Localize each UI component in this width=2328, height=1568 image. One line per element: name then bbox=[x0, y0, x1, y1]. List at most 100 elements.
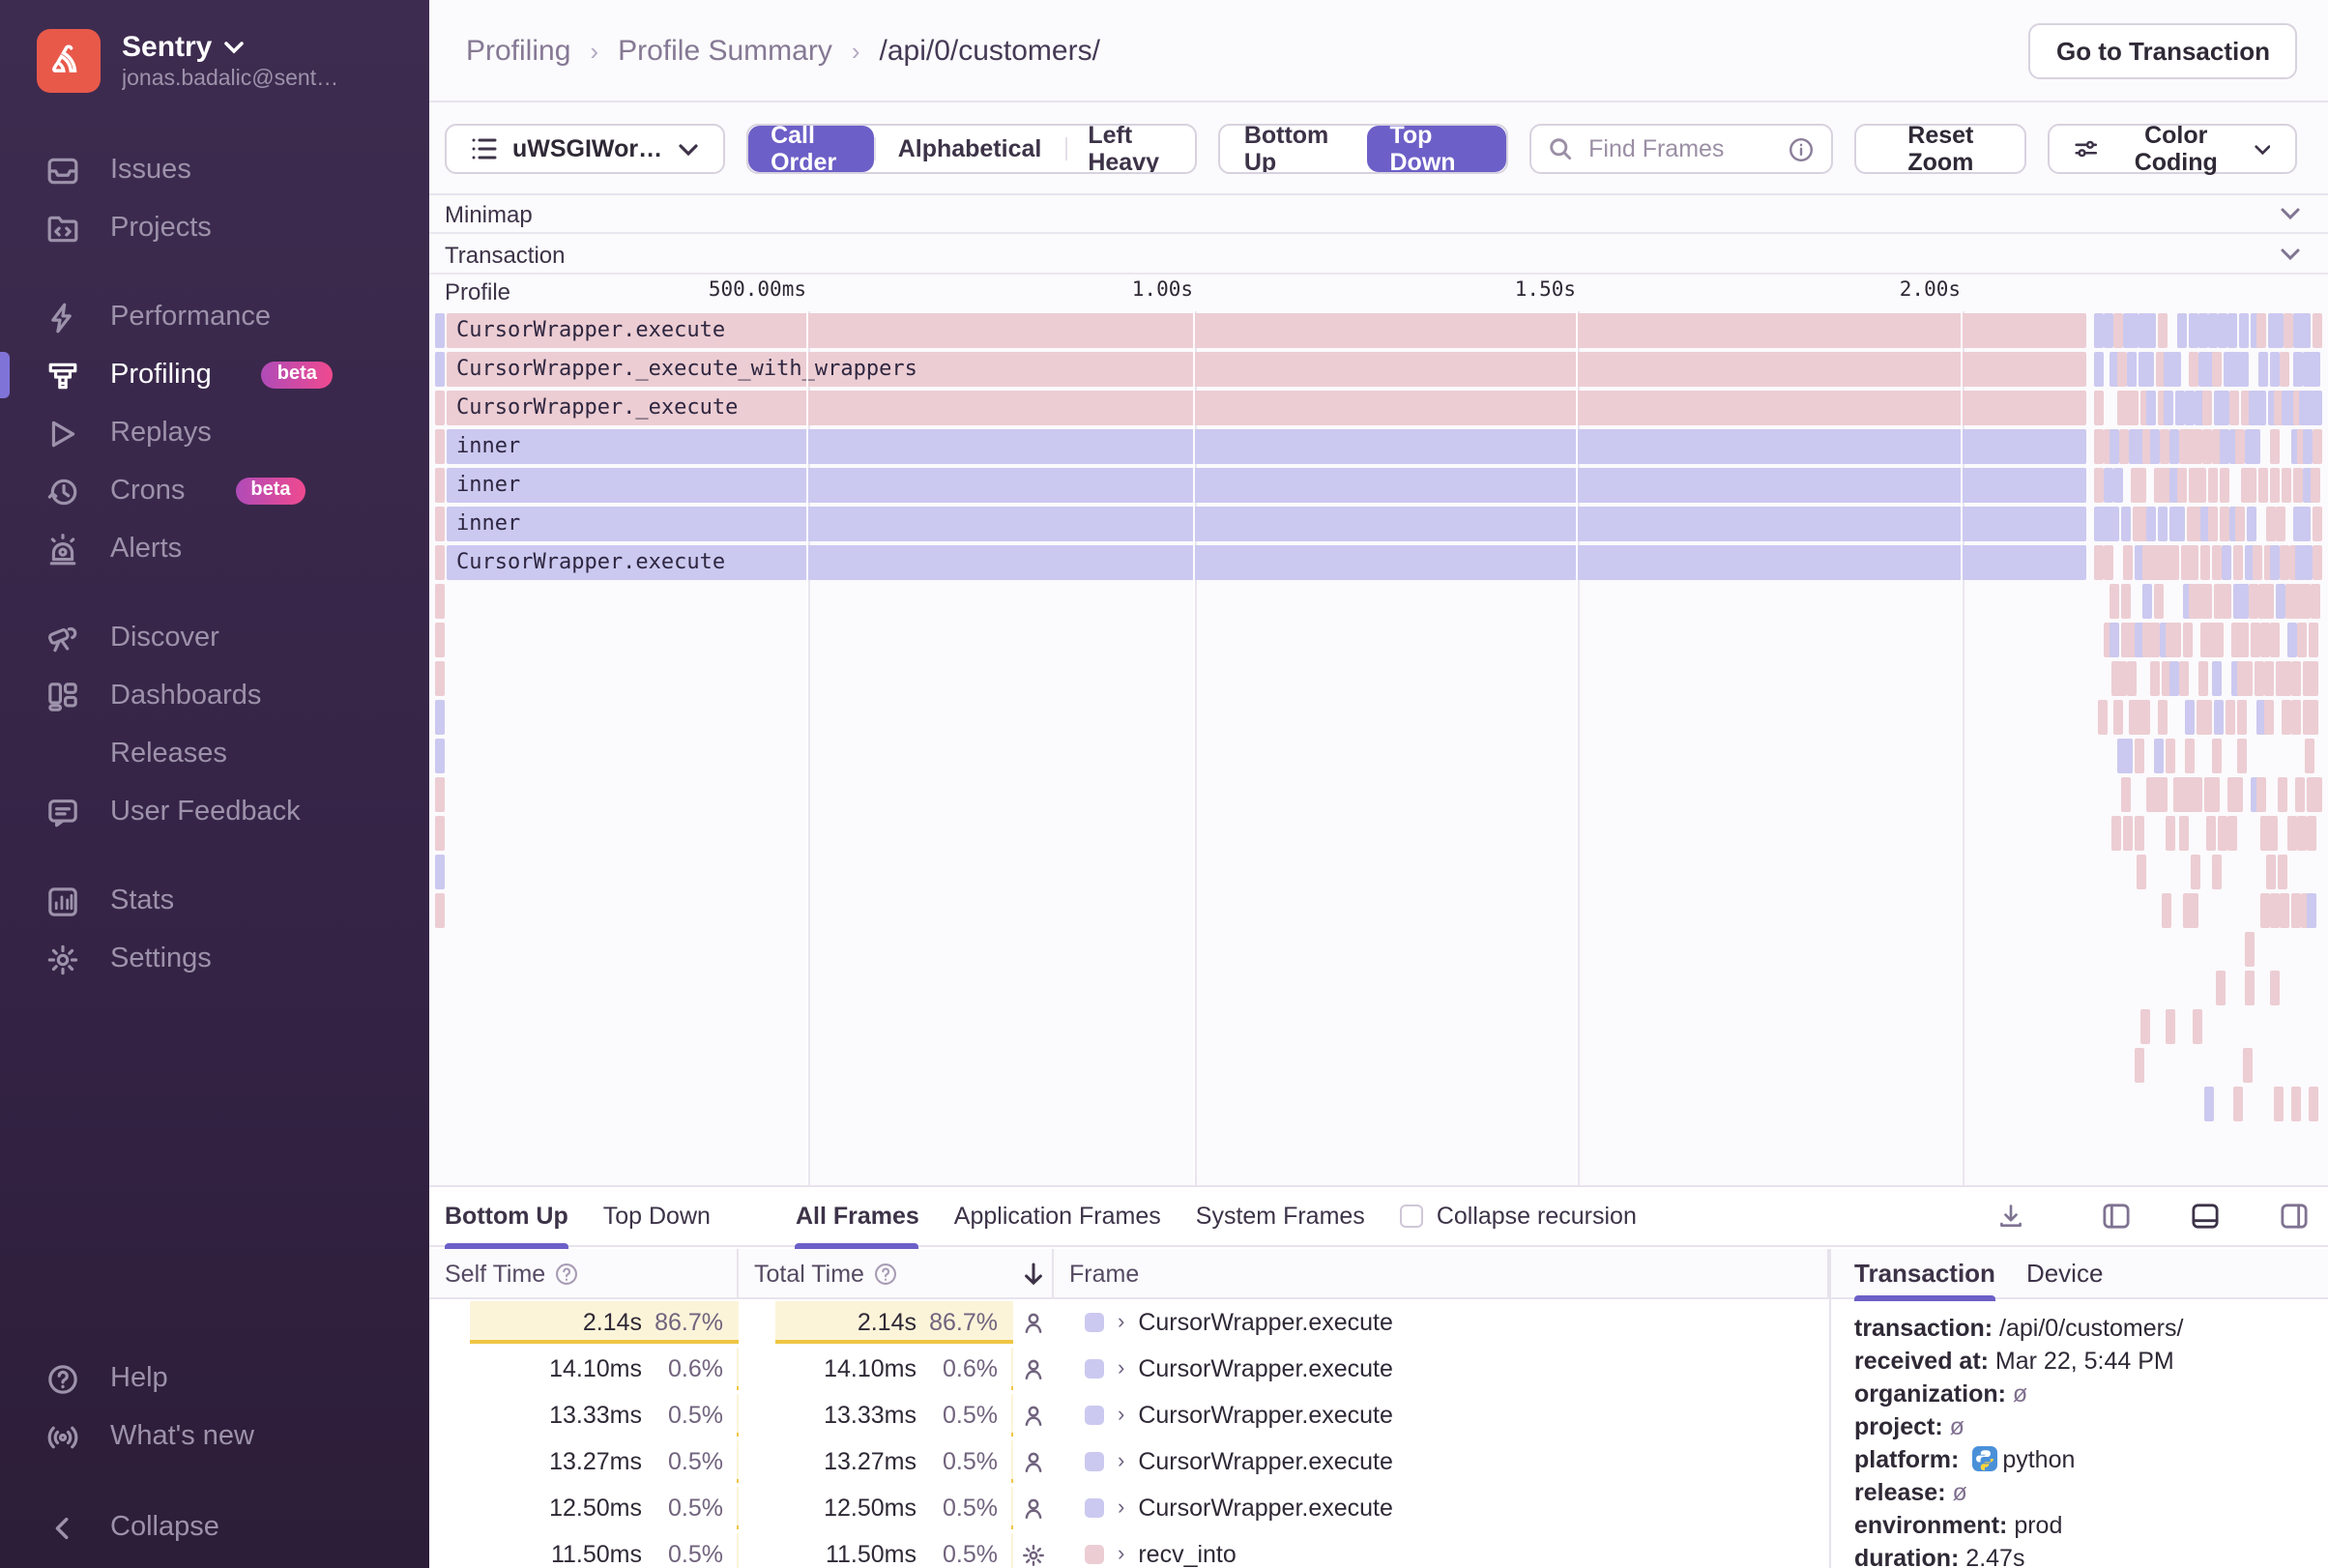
flame-frame-small[interactable] bbox=[2270, 623, 2280, 657]
flame-frame-small[interactable] bbox=[2175, 391, 2185, 425]
flame-frame-small[interactable] bbox=[2266, 507, 2276, 541]
flame-frame-small[interactable] bbox=[2239, 313, 2249, 348]
flame-frame-small[interactable] bbox=[2164, 391, 2173, 425]
flame-frame-small[interactable] bbox=[2162, 893, 2171, 928]
flame-frame-small[interactable] bbox=[2146, 391, 2156, 425]
flame-frame[interactable]: inner bbox=[447, 468, 2086, 503]
flame-frame-small[interactable] bbox=[2189, 545, 2198, 580]
flame-frame-small[interactable] bbox=[2220, 468, 2229, 503]
flame-frame-small[interactable] bbox=[2144, 352, 2154, 387]
thread-selector-dropdown[interactable]: uWSGIWor… bbox=[445, 124, 725, 174]
flame-frame-small[interactable] bbox=[2113, 468, 2123, 503]
flame-frame-small[interactable] bbox=[2220, 391, 2229, 425]
flame-frame-small[interactable] bbox=[2129, 391, 2139, 425]
flame-frame-small[interactable] bbox=[435, 391, 445, 425]
flame-frame-small[interactable] bbox=[2104, 313, 2113, 348]
flame-frame-small[interactable] bbox=[2218, 313, 2227, 348]
flame-frame-small[interactable] bbox=[2146, 507, 2156, 541]
flame-frame-small[interactable] bbox=[2189, 893, 2198, 928]
flame-frame-small[interactable] bbox=[2305, 739, 2314, 773]
flame-frame-small[interactable] bbox=[2282, 700, 2291, 735]
flame-frame-small[interactable] bbox=[2264, 584, 2274, 619]
direction-option-bottom-up[interactable]: Bottom Up bbox=[1221, 126, 1367, 172]
flame-frame-small[interactable] bbox=[2309, 700, 2318, 735]
flame-frame-small[interactable] bbox=[2313, 545, 2322, 580]
flame-frame-small[interactable] bbox=[2198, 313, 2208, 348]
layout-right-panel-icon[interactable] bbox=[2280, 1203, 2309, 1230]
sidebar-item-feedback[interactable]: User Feedback bbox=[0, 783, 429, 841]
flame-frame-small[interactable] bbox=[2303, 545, 2313, 580]
self-time-header[interactable]: Self Time bbox=[429, 1249, 739, 1297]
flame-frame-small[interactable] bbox=[2110, 429, 2119, 464]
flame-frame-small[interactable] bbox=[2249, 584, 2258, 619]
chevron-right-icon[interactable]: › bbox=[1118, 1357, 1124, 1380]
flame-frame-small[interactable] bbox=[435, 661, 445, 696]
flame-frame-small[interactable] bbox=[2169, 545, 2179, 580]
flame-frame-small[interactable] bbox=[2191, 855, 2200, 889]
frame-filter-tab-system-frames[interactable]: System Frames bbox=[1196, 1186, 1365, 1246]
flame-frame-small[interactable] bbox=[2169, 429, 2179, 464]
flame-frame[interactable]: inner bbox=[447, 507, 2086, 541]
chevron-right-icon[interactable]: › bbox=[1118, 1450, 1124, 1473]
flame-frame-small[interactable] bbox=[2220, 429, 2229, 464]
flame-frame-small[interactable] bbox=[2123, 739, 2133, 773]
flame-frame-small[interactable] bbox=[2245, 932, 2255, 967]
chevron-right-icon[interactable]: › bbox=[1118, 1404, 1124, 1427]
flame-frame-small[interactable] bbox=[2197, 468, 2206, 503]
flame-frame[interactable]: CursorWrapper._execute bbox=[447, 391, 2086, 425]
flame-frame-small[interactable] bbox=[2266, 855, 2276, 889]
flame-frame-small[interactable] bbox=[2239, 352, 2249, 387]
sidebar-item-alerts[interactable]: Alerts bbox=[0, 520, 429, 578]
flame-frame-small[interactable] bbox=[2291, 1087, 2301, 1121]
flame-frame-small[interactable] bbox=[2278, 855, 2287, 889]
flame-frame-small[interactable] bbox=[2208, 313, 2218, 348]
sidebar-item-issues[interactable]: Issues bbox=[0, 141, 429, 199]
sort-option-call-order[interactable]: Call Order bbox=[747, 126, 875, 172]
flame-frame-small[interactable] bbox=[2247, 507, 2256, 541]
flame-frame-small[interactable] bbox=[2146, 313, 2156, 348]
flame-frame-small[interactable] bbox=[2169, 661, 2179, 696]
table-row[interactable]: 11.50ms 0.5% 11.50ms 0.5% › recv_into bbox=[429, 1531, 1829, 1568]
flame-frame-small[interactable] bbox=[2094, 468, 2104, 503]
flame-frame-small[interactable] bbox=[435, 352, 445, 387]
flame-frame-small[interactable] bbox=[2245, 971, 2255, 1005]
flame-frame-small[interactable] bbox=[2280, 352, 2289, 387]
flame-frame-small[interactable] bbox=[435, 893, 445, 928]
flame-frame-small[interactable] bbox=[2237, 700, 2247, 735]
flame-frame-small[interactable] bbox=[2220, 507, 2229, 541]
flame-frame-small[interactable] bbox=[2123, 545, 2133, 580]
flame-frame-small[interactable] bbox=[2202, 700, 2212, 735]
flame-frame-small[interactable] bbox=[2189, 352, 2198, 387]
direction-option-top-down[interactable]: Top Down bbox=[1366, 126, 1506, 172]
flame-frame-small[interactable] bbox=[2212, 661, 2222, 696]
flame-frame-small[interactable] bbox=[2140, 1009, 2150, 1044]
flame-frame-small[interactable] bbox=[2185, 739, 2195, 773]
color-coding-dropdown[interactable]: Color Coding bbox=[2048, 122, 2297, 176]
sort-option-left-heavy[interactable]: Left Heavy bbox=[1064, 126, 1195, 172]
flame-frame-small[interactable] bbox=[2243, 1048, 2253, 1083]
flame-frame-small[interactable] bbox=[2239, 623, 2249, 657]
flame-frame-small[interactable] bbox=[2094, 352, 2104, 387]
flame-frame-small[interactable] bbox=[2198, 661, 2208, 696]
flame-frame-small[interactable] bbox=[2104, 468, 2113, 503]
flame-frame-small[interactable] bbox=[2150, 429, 2160, 464]
flame-frame-small[interactable] bbox=[2311, 468, 2320, 503]
flame-frame-small[interactable] bbox=[2287, 816, 2297, 851]
flame-frame-small[interactable] bbox=[2127, 352, 2137, 387]
flame-frame-small[interactable] bbox=[2094, 391, 2104, 425]
flame-frame-small[interactable] bbox=[2260, 623, 2270, 657]
flame-frame-small[interactable] bbox=[2171, 623, 2181, 657]
sidebar-item-dashboards[interactable]: Dashboards bbox=[0, 667, 429, 725]
flame-frame-small[interactable] bbox=[2247, 468, 2256, 503]
flame-frame-small[interactable] bbox=[2202, 391, 2212, 425]
flame-frame-small[interactable] bbox=[2276, 507, 2285, 541]
table-row[interactable]: 2.14s 86.7% 2.14s 86.7% › CursorWrapper.execu… bbox=[429, 1299, 1829, 1346]
flame-frame-small[interactable] bbox=[2229, 391, 2239, 425]
flame-frame-small[interactable] bbox=[2303, 429, 2313, 464]
sidebar-item-whatsnew[interactable]: What's new bbox=[0, 1408, 429, 1466]
flame-frame-small[interactable] bbox=[2154, 584, 2164, 619]
breadcrumb-profile-summary[interactable]: Profile Summary bbox=[618, 34, 832, 67]
download-icon[interactable] bbox=[1997, 1203, 2024, 1230]
flame-frame-small[interactable] bbox=[2270, 893, 2280, 928]
flame-frame-small[interactable] bbox=[2243, 661, 2253, 696]
